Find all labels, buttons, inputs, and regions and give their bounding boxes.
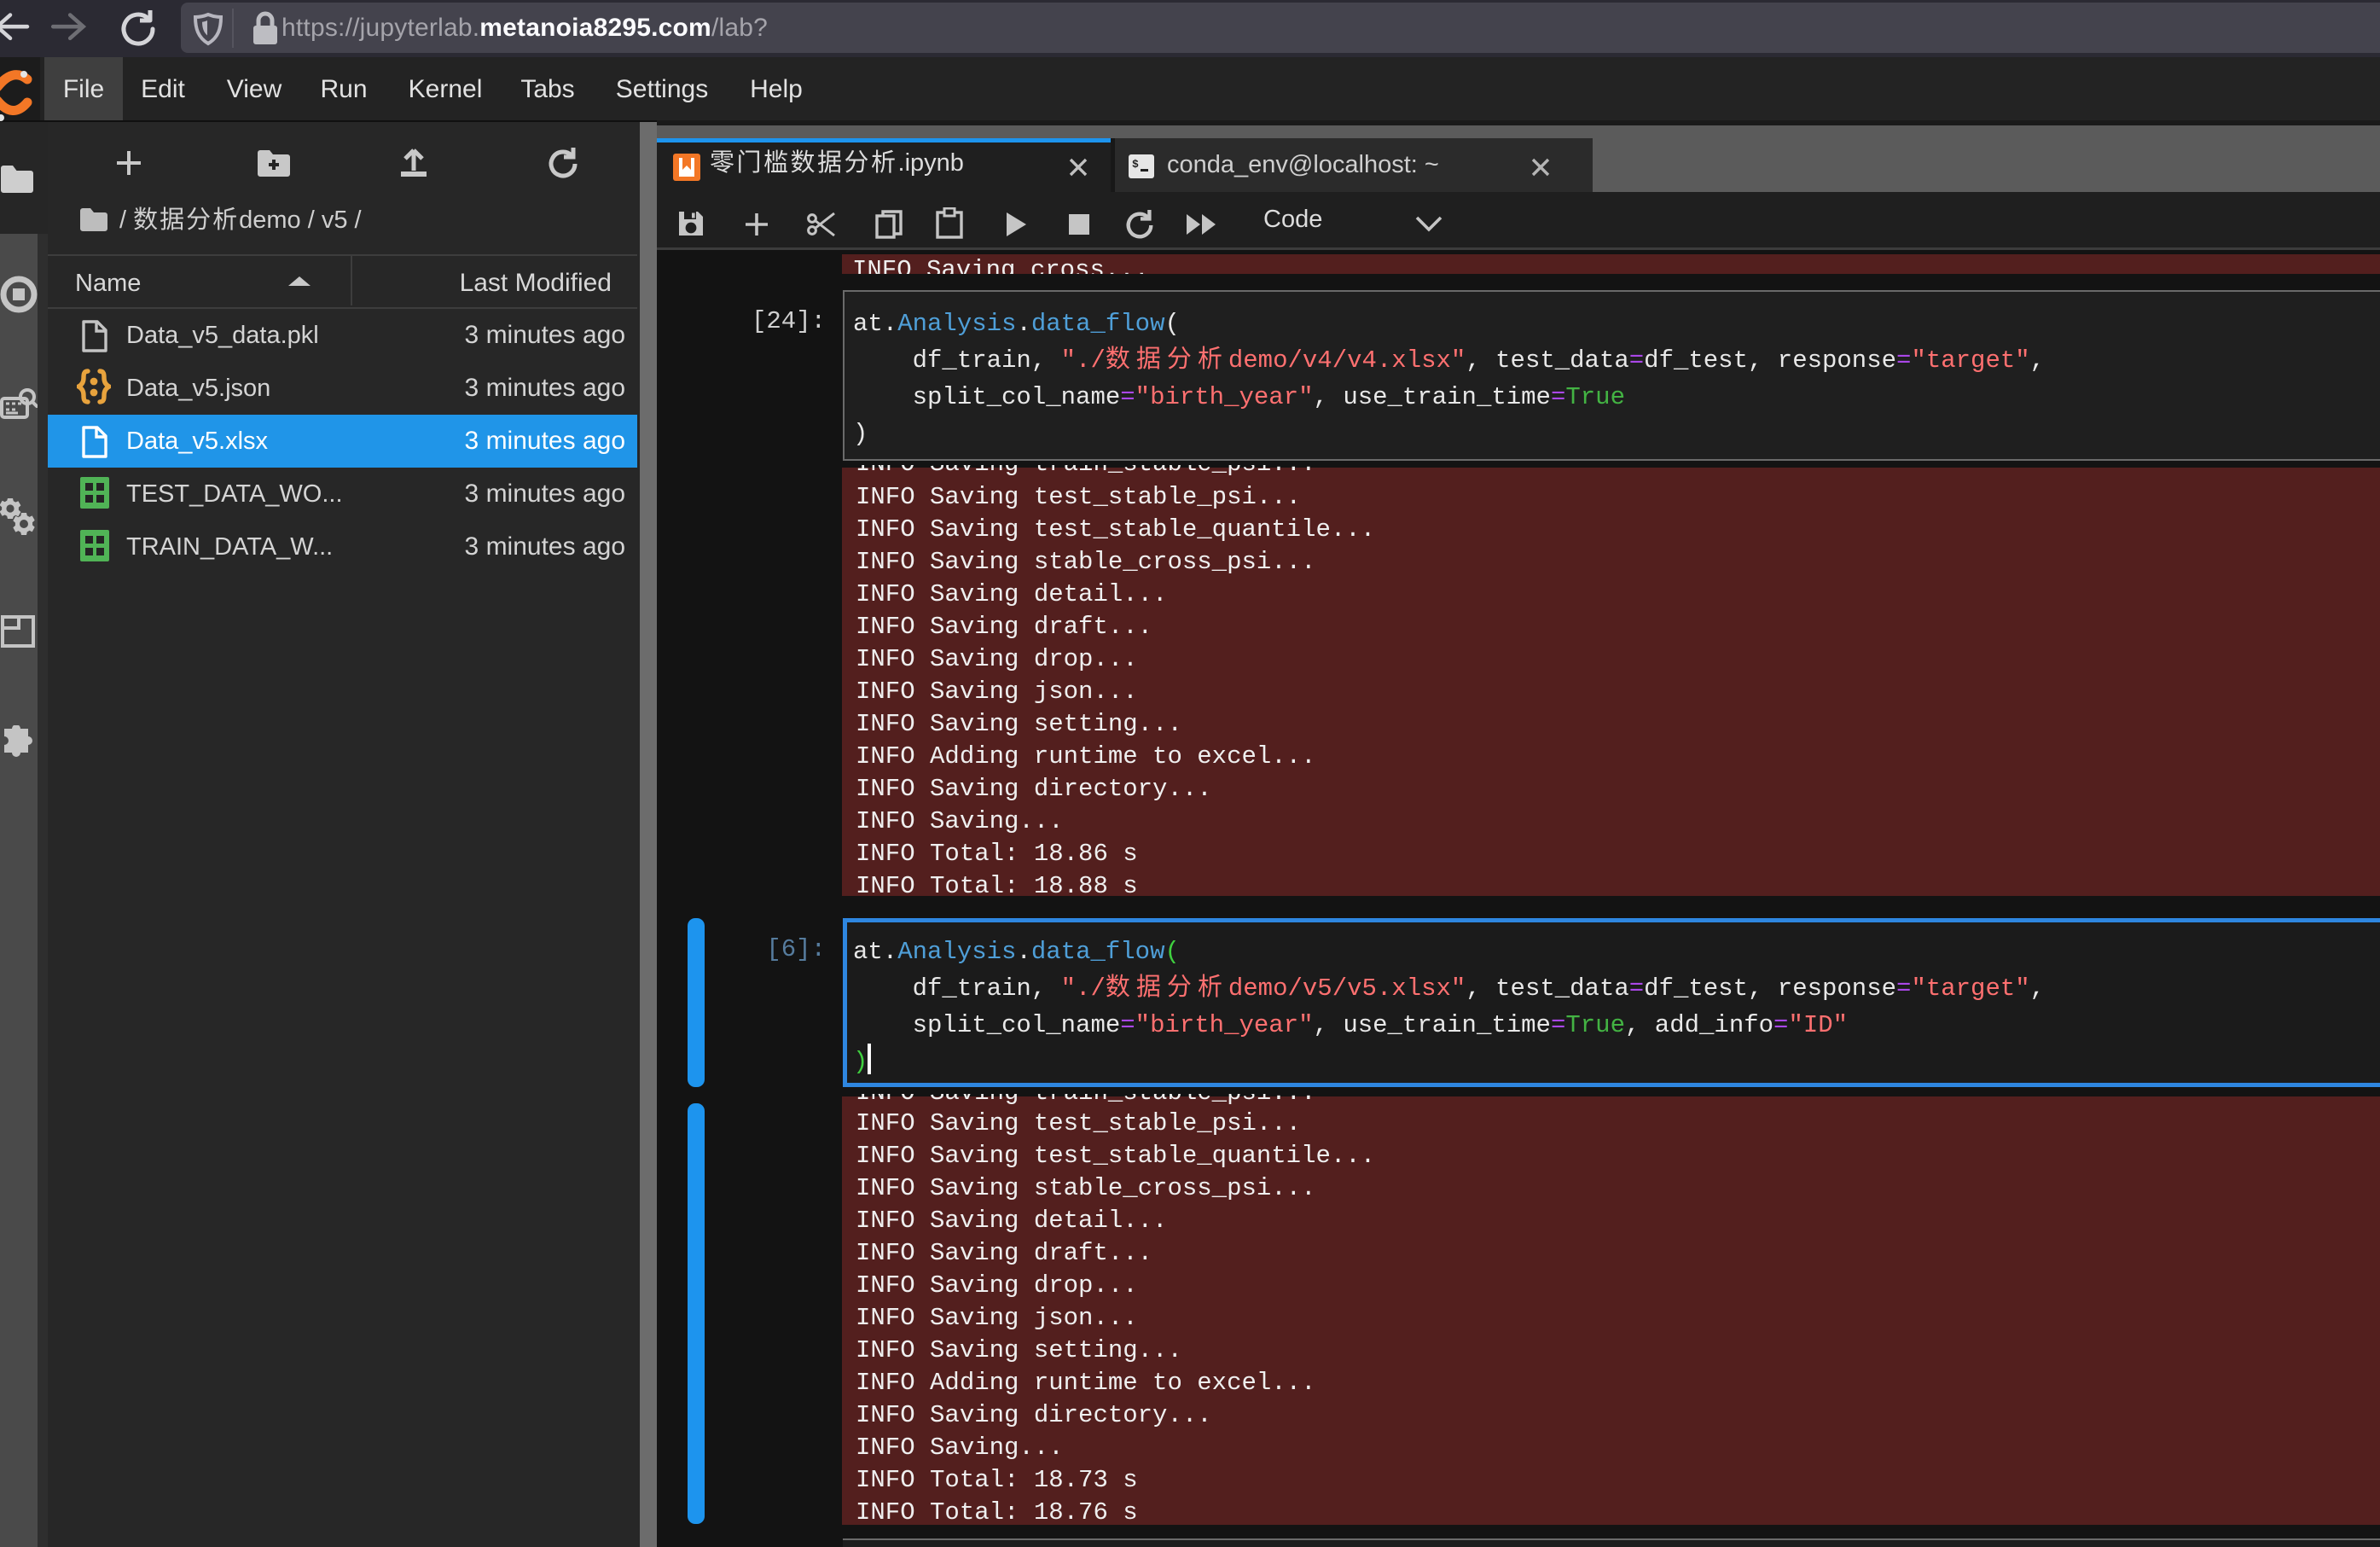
svg-text:$: $ — [1132, 158, 1139, 171]
